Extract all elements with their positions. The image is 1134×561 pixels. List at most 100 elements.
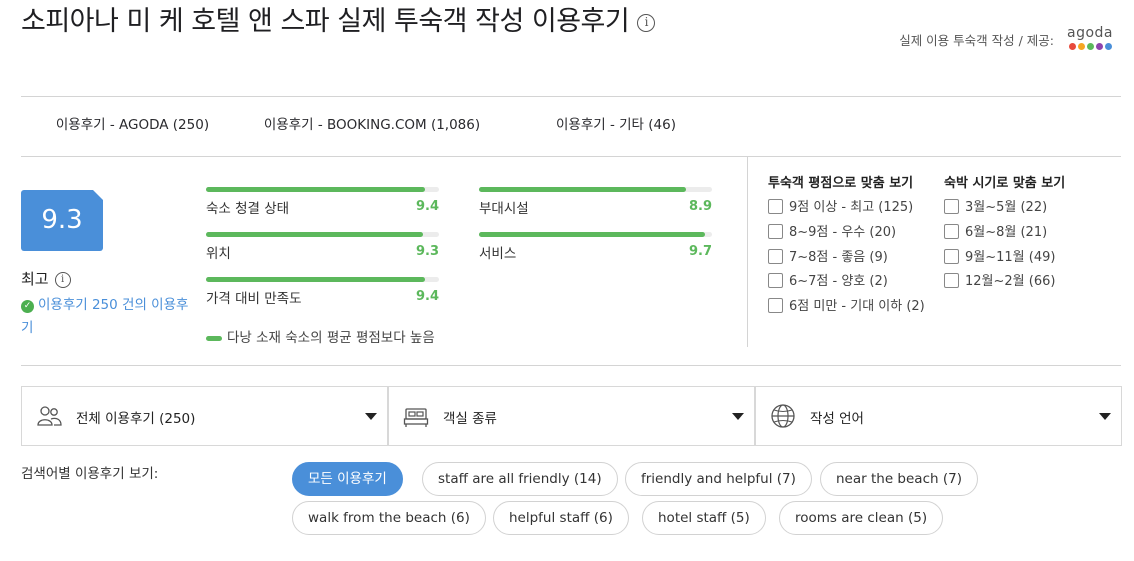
season-filter-label: 9월~11월 (49) (965, 250, 1056, 265)
language-dropdown[interactable]: 작성 언어 (755, 386, 1122, 446)
keyword-chip[interactable]: helpful staff (6) (493, 501, 629, 535)
rating-filter-option[interactable]: 6~7점 - 양호 (2) (768, 273, 888, 291)
category-value: 9.4 (415, 289, 439, 304)
category-bar-track (206, 187, 439, 192)
category-bar-fill (479, 187, 687, 192)
category-value-for-money: 가격 대비 만족도 9.4 (206, 277, 439, 317)
logo-dot (1095, 43, 1103, 50)
checkbox[interactable] (944, 224, 959, 239)
tab-agoda[interactable]: 이용후기 - AGODA (250) (21, 97, 244, 156)
checkbox[interactable] (768, 298, 783, 313)
season-filter-heading: 숙박 시기로 맞춤 보기 (944, 176, 1066, 191)
category-label: 숙소 청결 상태 (206, 201, 290, 217)
keyword-chip[interactable]: rooms are clean (5) (779, 501, 944, 535)
room-type-dropdown[interactable]: 객실 종류 (388, 386, 755, 446)
checkbox[interactable] (944, 249, 959, 264)
rating-filter-label: 8~9점 - 우수 (20) (789, 225, 897, 240)
review-source-tabs: 이용후기 - AGODA (250) 이용후기 - BOOKING.COM (1… (21, 97, 1121, 156)
category-bar-fill (206, 232, 423, 237)
checkbox[interactable] (768, 224, 783, 239)
rating-filter-option[interactable]: 7~8점 - 좋음 (9) (768, 249, 888, 267)
review-count-text: 이용후기 250 건의 이용후기 (21, 297, 189, 336)
review-count-link[interactable]: ✓ 이용후기 250 건의 이용후기 (21, 294, 191, 340)
check-icon: ✓ (21, 300, 34, 313)
checkbox[interactable] (944, 199, 959, 214)
globe-icon (771, 404, 795, 428)
chevron-down-icon (1099, 413, 1111, 420)
score-word-text: 최고 (21, 270, 49, 288)
category-service: 서비스 9.7 (479, 232, 712, 272)
info-icon[interactable]: i (54, 271, 71, 288)
dropdown-label: 객실 종류 (443, 411, 497, 427)
chevron-down-icon (732, 413, 744, 420)
bed-icon (403, 408, 429, 427)
season-filter-label: 6월~8월 (21) (965, 225, 1048, 240)
season-filter-label: 12월~2월 (66) (965, 274, 1056, 289)
keyword-chip[interactable]: hotel staff (5) (642, 501, 766, 535)
rating-filter-option[interactable]: 8~9점 - 우수 (20) (768, 224, 896, 242)
keyword-chip[interactable]: friendly and helpful (7) (625, 462, 812, 496)
legend-text: 다낭 소재 숙소의 평균 평점보다 높음 (227, 330, 435, 346)
agoda-logo: agoda (1064, 26, 1116, 52)
category-location: 위치 9.3 (206, 232, 439, 272)
chevron-down-icon (365, 413, 377, 420)
logo-dot (1086, 43, 1094, 50)
category-bar-fill (206, 187, 426, 192)
agoda-logo-dots (1064, 43, 1116, 50)
agoda-logo-text: agoda (1067, 25, 1113, 41)
rating-filter-option[interactable]: 6점 미만 - 기대 이하 (2) (768, 298, 925, 316)
category-value: 9.4 (415, 199, 439, 214)
rating-filter-option[interactable]: 9점 이상 - 최고 (125) (768, 199, 913, 217)
score-word: 최고 i (21, 268, 71, 289)
page-title-text: 소피아나 미 케 호텔 앤 스파 실제 투숙객 작성 이용후기 (21, 6, 630, 37)
category-value: 9.7 (688, 244, 712, 259)
logo-dot (1068, 43, 1076, 50)
divider (21, 365, 1121, 366)
dropdown-label: 작성 언어 (810, 411, 864, 427)
category-label: 서비스 (479, 246, 517, 262)
keyword-chip[interactable]: walk from the beach (6) (292, 501, 486, 535)
rating-filter-label: 6점 미만 - 기대 이하 (2) (789, 299, 925, 314)
category-facilities: 부대시설 8.9 (479, 187, 712, 227)
vertical-divider (747, 157, 748, 347)
season-filter-label: 3월~5월 (22) (965, 200, 1048, 215)
chip-all-reviews[interactable]: 모든 이용후기 (292, 462, 403, 496)
logo-dot (1077, 43, 1085, 50)
tab-other[interactable]: 이용후기 - 기타 (46) (500, 97, 732, 156)
divider (21, 156, 1121, 157)
season-filter-option[interactable]: 3월~5월 (22) (944, 199, 1047, 217)
tab-booking-com[interactable]: 이용후기 - BOOKING.COM (1,086) (244, 97, 500, 156)
category-bar-fill (206, 277, 426, 282)
category-cleanliness: 숙소 청결 상태 9.4 (206, 187, 439, 227)
review-type-dropdown[interactable]: 전체 이용후기 (250) (21, 386, 388, 446)
rating-filter-label: 7~8점 - 좋음 (9) (789, 250, 888, 265)
season-filter-option[interactable]: 6월~8월 (21) (944, 224, 1047, 242)
legend-swatch (206, 335, 222, 341)
overall-score-badge: 9.3 (21, 190, 103, 251)
season-filter-option[interactable]: 12월~2월 (66) (944, 273, 1055, 291)
category-bar-track (479, 187, 712, 192)
dropdown-label: 전체 이용후기 (250) (76, 411, 196, 427)
category-value: 8.9 (688, 199, 712, 214)
info-icon[interactable]: i (637, 13, 656, 32)
season-filter-option[interactable]: 9월~11월 (49) (944, 249, 1055, 267)
keyword-chip[interactable]: near the beach (7) (820, 462, 978, 496)
score-legend: 다낭 소재 숙소의 평균 평점보다 높음 (206, 326, 435, 346)
provider-label: 실제 이용 투숙객 작성 / 제공: (899, 33, 1054, 48)
keyword-chip[interactable]: staff are all friendly (14) (422, 462, 618, 496)
category-label: 가격 대비 만족도 (206, 291, 302, 307)
keyword-search-label: 검색어별 이용후기 보기: (21, 466, 159, 482)
checkbox[interactable] (768, 249, 783, 264)
rating-filter-label: 6~7점 - 양호 (2) (789, 274, 888, 289)
category-bar-fill (479, 232, 705, 237)
checkbox[interactable] (768, 273, 783, 288)
checkbox[interactable] (944, 273, 959, 288)
page-title: 소피아나 미 케 호텔 앤 스파 실제 투숙객 작성 이용후기 i (21, 6, 681, 38)
category-label: 부대시설 (479, 201, 529, 217)
category-bar-track (206, 232, 439, 237)
people-icon (37, 406, 62, 426)
category-bar-track (206, 277, 439, 282)
checkbox[interactable] (768, 199, 783, 214)
rating-filter-label: 9점 이상 - 최고 (125) (789, 200, 914, 215)
category-bar-track (479, 232, 712, 237)
